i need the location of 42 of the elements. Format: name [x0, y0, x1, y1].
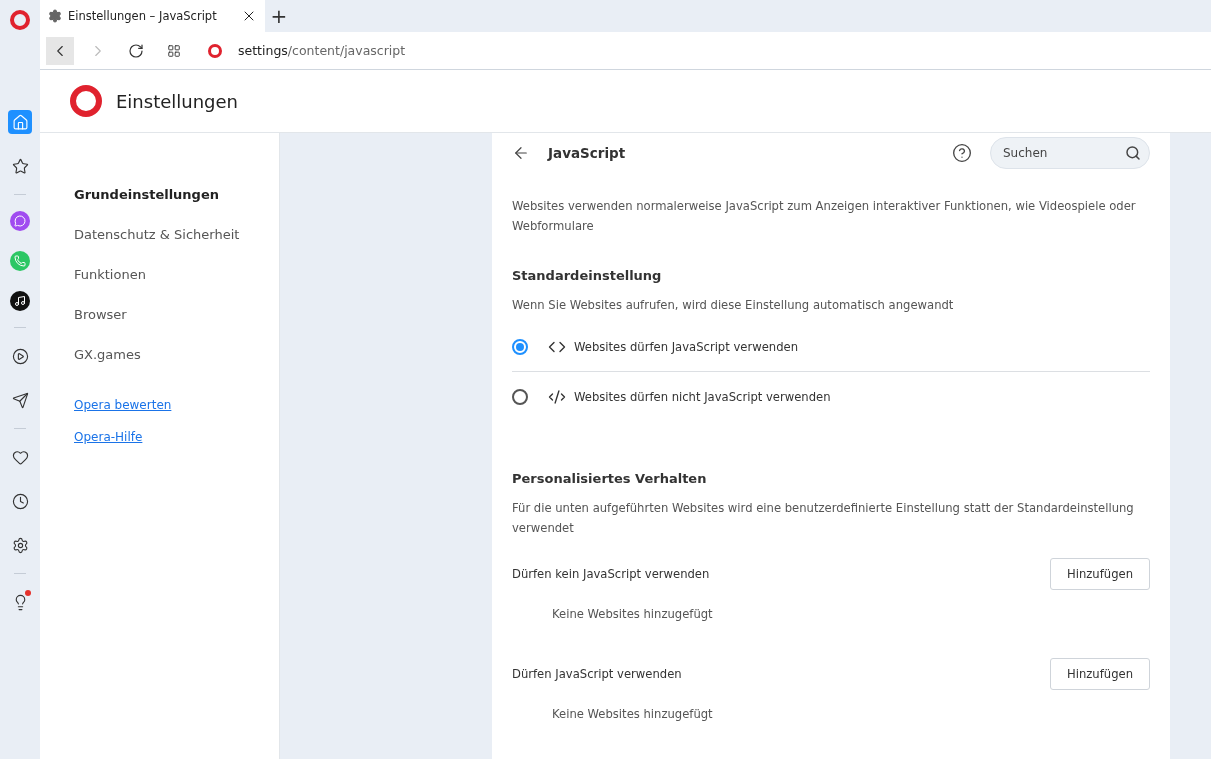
reload-icon	[128, 42, 144, 59]
code-slash-icon	[548, 387, 566, 406]
add-button[interactable]: Hinzufügen	[1050, 658, 1150, 690]
nav-item[interactable]: Funktionen	[74, 263, 279, 303]
tab-title: Einstellungen – JavaScript	[68, 9, 218, 23]
description-text: Websites verwenden normalerweise JavaScript zum Anzeigen interaktiver Funktionen, wie Videospiele oder Webformulare	[512, 198, 1137, 235]
section-title: JavaScript	[548, 145, 627, 161]
logo-icon	[208, 43, 222, 58]
nav-item[interactable]: Datenschutz & Sicherheit	[74, 223, 279, 263]
back-button[interactable]	[46, 36, 74, 65]
home-icon[interactable]	[8, 110, 32, 134]
nav-item[interactable]: Grundeinstellungen	[74, 183, 279, 223]
radio-button[interactable]	[512, 339, 528, 355]
option-label[interactable]: Websites dürfen JavaScript verwenden	[574, 340, 799, 354]
section-heading: Personalisiertes Verhalten	[512, 471, 708, 486]
chat-bubble-icon[interactable]	[10, 211, 30, 231]
logo-icon[interactable]	[10, 10, 30, 30]
list-title: Dürfen kein JavaScript verwenden	[512, 567, 710, 581]
description-text: Für die unten aufgeführten Websites wird eine benutzerdefinierte Einstellung statt der Standardeinstellung verwendet	[512, 500, 1135, 537]
section-heading: Standardeinstellung	[512, 268, 663, 283]
description-text: Wenn Sie Websites aufrufen, wird diese Einstellung automatisch angewandt	[512, 297, 955, 314]
empty-message: Keine Websites hinzugefügt	[551, 606, 714, 623]
option-label[interactable]: Websites dürfen nicht JavaScript verwenden	[574, 389, 831, 404]
gear-icon	[48, 9, 62, 23]
help-link[interactable]: Opera-Hilfe	[74, 425, 279, 457]
radio-button[interactable]	[512, 388, 528, 405]
help-icon[interactable]	[952, 143, 972, 163]
empty-message: Keine Websites hinzugefügt	[551, 706, 714, 723]
new-tab-button[interactable]: +	[267, 0, 291, 32]
nav-item[interactable]: Browser	[74, 303, 279, 343]
search-field[interactable]: Suchen	[990, 137, 1150, 169]
page-heading: Einstellungen	[116, 90, 239, 112]
search-icon[interactable]	[1125, 145, 1141, 161]
browser-tab[interactable]: Einstellungen – JavaScript	[40, 0, 265, 32]
grid-icon	[167, 43, 181, 58]
music-note-icon[interactable]	[10, 291, 30, 311]
logo-icon	[70, 85, 102, 117]
help-link[interactable]: Opera bewerten	[74, 393, 279, 425]
list-title: Dürfen JavaScript verwenden	[512, 667, 682, 681]
url-text[interactable]: settings/content/javascript	[238, 43, 406, 58]
nav-item[interactable]: GX.games	[74, 343, 279, 383]
add-button[interactable]: Hinzufügen	[1050, 558, 1150, 590]
